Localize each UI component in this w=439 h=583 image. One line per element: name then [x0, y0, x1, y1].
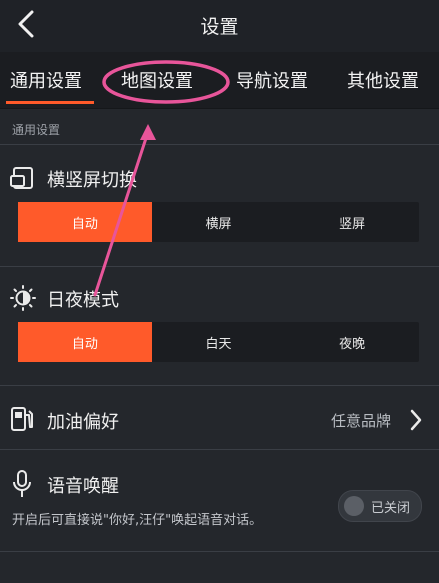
daynight-title: 日夜模式	[47, 290, 119, 311]
fuel-title: 加油偏好	[47, 412, 119, 433]
toggle-label: 已关闭	[371, 501, 411, 516]
chevron-right-icon	[409, 408, 423, 436]
voice-title: 语音唤醒	[47, 476, 119, 497]
page-title: 设置	[200, 16, 239, 38]
daynight-segmented-control: 自动 白天 夜晚	[18, 322, 419, 362]
orientation-title: 横竖屏切换	[47, 170, 137, 191]
divider	[0, 144, 439, 145]
toggle-knob	[344, 496, 364, 516]
annotation-arrow-head	[140, 124, 156, 140]
orientation-option-auto[interactable]: 自动	[18, 202, 152, 242]
tab-other[interactable]: 其他设置	[347, 67, 419, 93]
orientation-option-portrait[interactable]: 竖屏	[285, 202, 419, 242]
active-tab-indicator	[6, 101, 94, 104]
screen-rotate-icon	[10, 166, 36, 194]
tab-general[interactable]: 通用设置	[10, 67, 82, 93]
divider	[0, 551, 439, 552]
sun-moon-icon	[10, 285, 36, 315]
divider	[0, 385, 439, 386]
header-bar: 设置	[0, 0, 439, 52]
voice-description: 开启后可直接说"你好,汪仔"唤起语音对话。	[12, 513, 263, 528]
divider	[0, 266, 439, 267]
daynight-option-auto[interactable]: 自动	[18, 322, 152, 362]
tab-map[interactable]: 地图设置	[121, 67, 193, 93]
divider	[0, 449, 439, 450]
fuel-value: 任意品牌	[330, 412, 391, 430]
section-label: 通用设置	[12, 123, 61, 137]
daynight-option-day[interactable]: 白天	[152, 322, 286, 362]
daynight-option-night[interactable]: 夜晚	[285, 322, 419, 362]
voice-wake-toggle[interactable]: 已关闭	[338, 490, 422, 522]
microphone-icon	[12, 470, 32, 504]
fuel-pump-icon	[10, 405, 34, 437]
orientation-segmented-control: 自动 横屏 竖屏	[18, 202, 419, 242]
tab-bar: 通用设置 地图设置 导航设置 其他设置	[0, 52, 439, 109]
orientation-option-landscape[interactable]: 横屏	[152, 202, 286, 242]
tab-navigation[interactable]: 导航设置	[236, 67, 308, 93]
